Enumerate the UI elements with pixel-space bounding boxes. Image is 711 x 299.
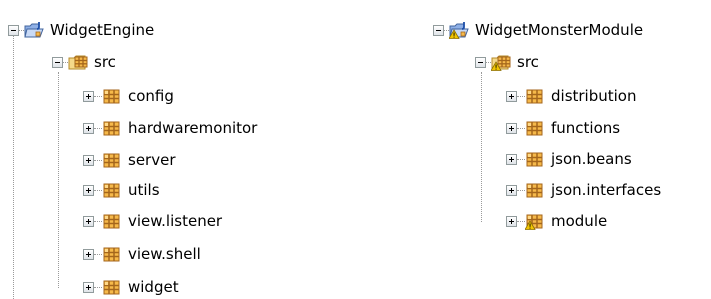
package-icon — [525, 181, 545, 199]
tree-item-label: view.shell — [128, 245, 201, 263]
package-icon — [102, 151, 122, 169]
tree-connector — [517, 127, 525, 129]
package-icon — [102, 278, 122, 296]
tree-item-label: src — [517, 53, 539, 71]
source-folder-icon — [68, 53, 88, 71]
tree-item-package[interactable]: hardwaremonitor — [83, 118, 257, 138]
expand-toggle[interactable] — [506, 215, 517, 227]
tree-connector — [94, 159, 102, 161]
source-folder-warning-icon — [491, 53, 511, 71]
tree-item-label: WidgetMonsterModule — [475, 21, 644, 39]
tree-item-label: WidgetEngine — [50, 21, 155, 39]
expand-toggle[interactable] — [83, 215, 94, 227]
tree-item-package[interactable]: utils — [83, 180, 160, 200]
tree-item-package[interactable]: config — [83, 86, 174, 106]
tree-connector — [481, 72, 482, 222]
tree-item-package[interactable]: module — [506, 211, 607, 231]
package-icon — [525, 150, 545, 168]
expand-toggle[interactable] — [83, 281, 94, 293]
tree-item-label: widget — [128, 278, 179, 296]
tree-item-package[interactable]: json.beans — [506, 149, 632, 169]
collapse-toggle[interactable] — [8, 24, 19, 36]
collapse-toggle[interactable] — [52, 56, 63, 68]
tree-item-package[interactable]: server — [83, 150, 175, 170]
package-warning-icon — [525, 212, 545, 230]
tree-item-label: config — [128, 87, 174, 105]
tree-connector — [517, 158, 525, 160]
tree-item-label: utils — [128, 181, 160, 199]
package-icon — [102, 87, 122, 105]
expand-toggle[interactable] — [83, 90, 94, 102]
package-icon — [525, 119, 545, 137]
tree-item-source-folder[interactable]: src — [52, 52, 116, 72]
tree-connector — [94, 253, 102, 255]
tree-item-label: module — [551, 212, 608, 230]
tree-connector — [517, 95, 525, 97]
tree-item-package[interactable]: json.interfaces — [506, 180, 661, 200]
tree-item-package[interactable]: view.shell — [83, 244, 201, 264]
expand-toggle[interactable] — [83, 184, 94, 196]
expand-toggle[interactable] — [83, 154, 94, 166]
tree-connector — [94, 220, 102, 222]
collapse-toggle[interactable] — [433, 24, 444, 36]
tree-item-label: hardwaremonitor — [128, 119, 258, 137]
tree-item-package[interactable]: widget — [83, 277, 179, 297]
package-icon — [102, 119, 122, 137]
tree-item-source-folder[interactable]: src — [475, 52, 539, 72]
tree-item-project[interactable]: WidgetMonsterModule — [433, 20, 643, 40]
expand-toggle[interactable] — [83, 122, 94, 134]
tree-item-package[interactable]: functions — [506, 118, 620, 138]
tree-connector — [517, 220, 525, 222]
tree-item-project[interactable]: WidgetEngine — [8, 20, 154, 40]
tree-connector — [94, 127, 102, 129]
tree-item-label: server — [128, 151, 176, 169]
tree-item-label: functions — [551, 119, 621, 137]
package-icon — [102, 181, 122, 199]
left-project-tree: WidgetEngine src config hardwaremonitor … — [0, 0, 330, 299]
tree-item-label: json.beans — [551, 150, 632, 168]
tree-item-label: src — [94, 53, 116, 71]
tree-connector — [58, 72, 59, 288]
right-project-tree: WidgetMonsterModule src distribution fun… — [425, 0, 711, 299]
java-project-warning-icon — [449, 21, 469, 39]
package-icon — [525, 87, 545, 105]
tree-connector — [94, 95, 102, 97]
expand-toggle[interactable] — [506, 122, 517, 134]
tree-connector — [13, 36, 14, 299]
java-project-icon — [24, 21, 44, 39]
expand-toggle[interactable] — [506, 153, 517, 165]
expand-toggle[interactable] — [506, 90, 517, 102]
tree-item-package[interactable]: distribution — [506, 86, 636, 106]
expand-toggle[interactable] — [83, 248, 94, 260]
tree-connector — [517, 189, 525, 191]
tree-item-label: distribution — [551, 87, 637, 105]
tree-connector — [94, 189, 102, 191]
collapse-toggle[interactable] — [475, 56, 486, 68]
tree-item-label: json.interfaces — [551, 181, 662, 199]
package-icon — [102, 212, 122, 230]
package-icon — [102, 245, 122, 263]
tree-connector — [94, 286, 102, 288]
expand-toggle[interactable] — [506, 184, 517, 196]
tree-item-label: view.listener — [128, 212, 223, 230]
tree-item-package[interactable]: view.listener — [83, 211, 222, 231]
